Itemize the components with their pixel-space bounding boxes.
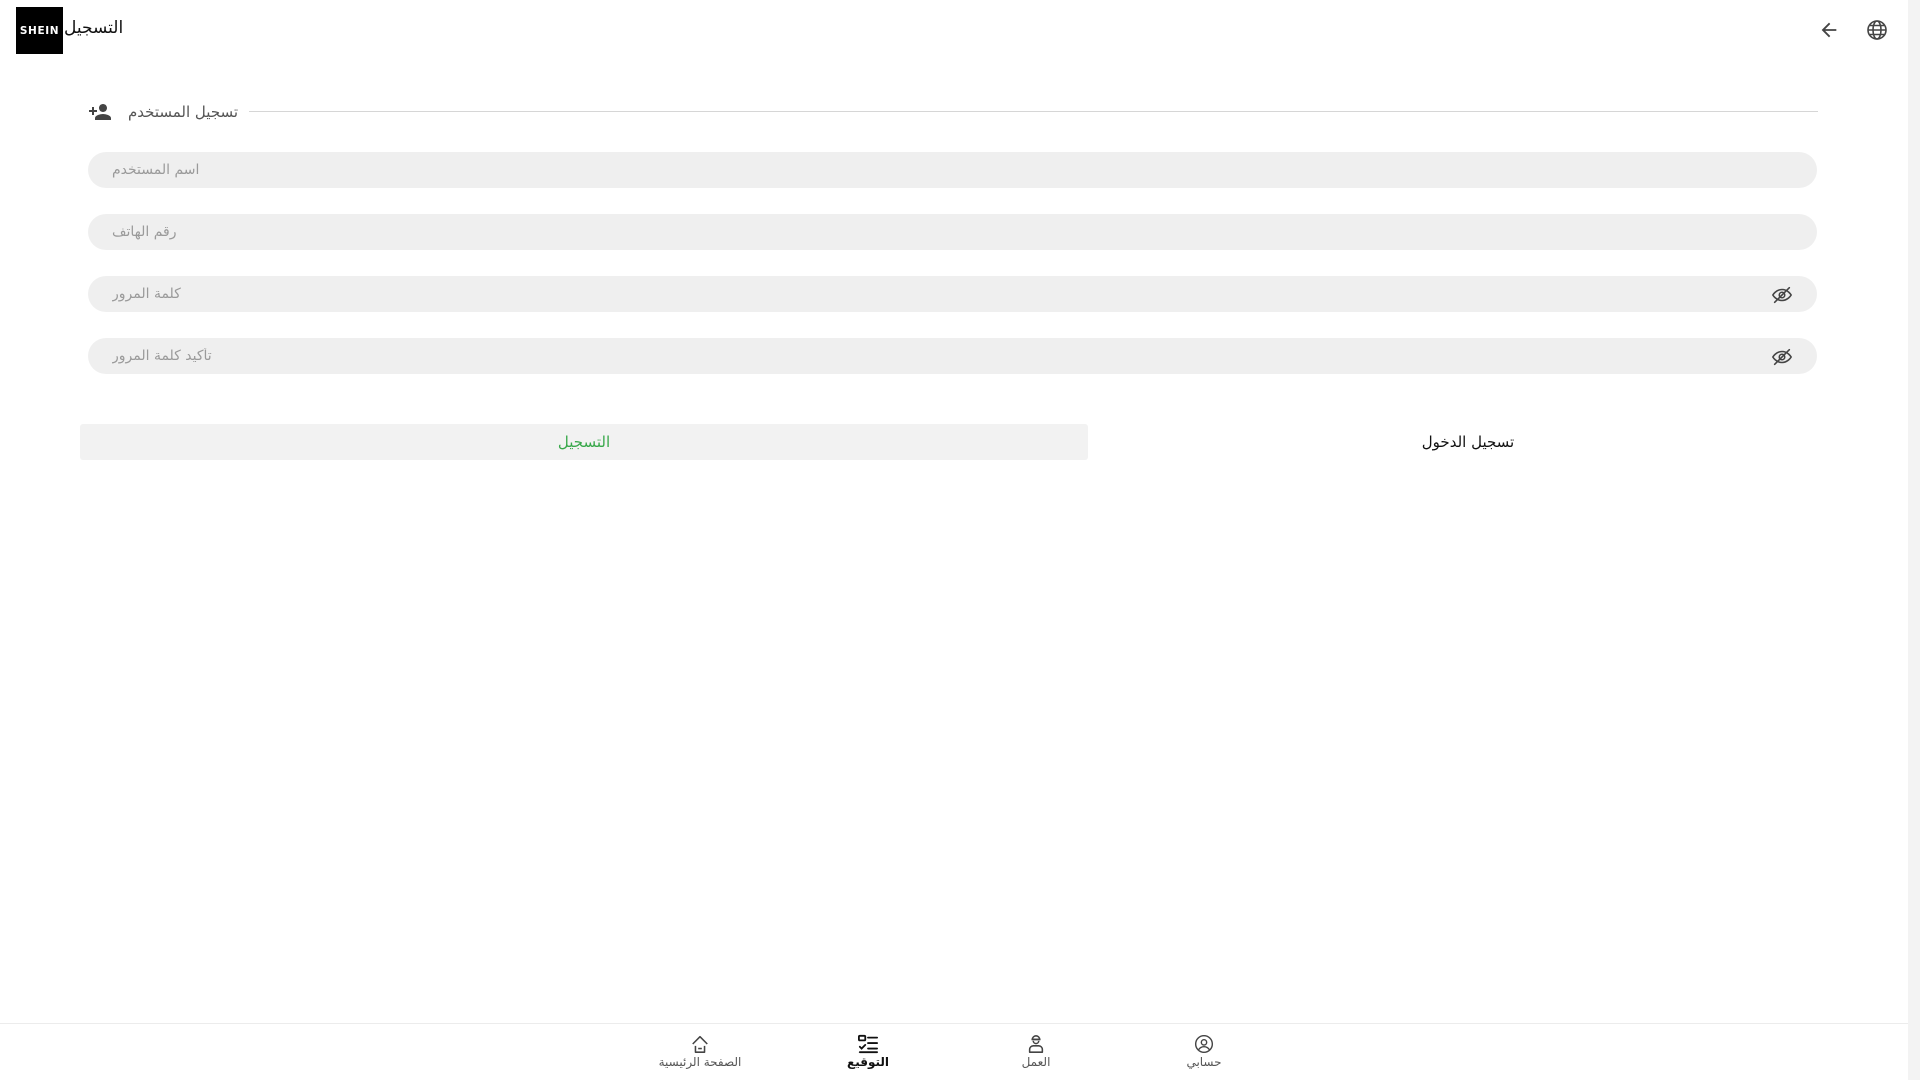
page-title: التسجيل	[64, 18, 124, 38]
nav-item-home[interactable]: الصفحة الرئيسية	[640, 1034, 760, 1078]
nav-item-work[interactable]: العمل	[976, 1034, 1096, 1078]
checklist-icon	[808, 1034, 928, 1054]
nav-item-account[interactable]: حسابي	[1144, 1034, 1264, 1078]
worker-icon	[976, 1034, 1096, 1054]
top-bar: SHEIN التسجيل	[0, 0, 1908, 60]
arrow-back-icon[interactable]	[1815, 16, 1843, 44]
account-icon	[1144, 1034, 1264, 1054]
username-field[interactable]	[88, 152, 1817, 188]
registration-section-header: تسجيل المستخدم	[88, 100, 1818, 124]
nav-label-signature: التوقيع	[847, 1055, 889, 1069]
nav-label-work: العمل	[1021, 1055, 1051, 1069]
eye-off-icon[interactable]	[1771, 284, 1793, 306]
bottom-navigation: الصفحة الرئيسية التوقيع العمل حسابي	[0, 1023, 1908, 1080]
eye-off-icon[interactable]	[1771, 346, 1793, 368]
phone-field[interactable]	[88, 214, 1817, 250]
register-button[interactable]: التسجيل	[80, 424, 1088, 460]
login-button[interactable]: تسجيل الدخول	[1088, 424, 1848, 460]
password-field[interactable]	[88, 276, 1817, 312]
confirm-password-input[interactable]	[88, 338, 1817, 374]
nav-label-home: الصفحة الرئيسية	[658, 1055, 742, 1069]
nav-label-account: حسابي	[1186, 1055, 1222, 1069]
section-label: تسجيل المستخدم	[128, 103, 239, 121]
username-input[interactable]	[88, 152, 1817, 188]
shein-logo: SHEIN	[16, 7, 63, 54]
home-icon	[640, 1034, 760, 1054]
phone-input[interactable]	[88, 214, 1817, 250]
nav-item-signature[interactable]: التوقيع	[808, 1034, 928, 1078]
password-input[interactable]	[88, 276, 1817, 312]
person-add-icon	[88, 100, 112, 124]
globe-icon[interactable]	[1863, 16, 1891, 44]
scrollbar[interactable]	[1908, 0, 1920, 1080]
section-divider	[249, 111, 1818, 112]
confirm-password-field[interactable]	[88, 338, 1817, 374]
